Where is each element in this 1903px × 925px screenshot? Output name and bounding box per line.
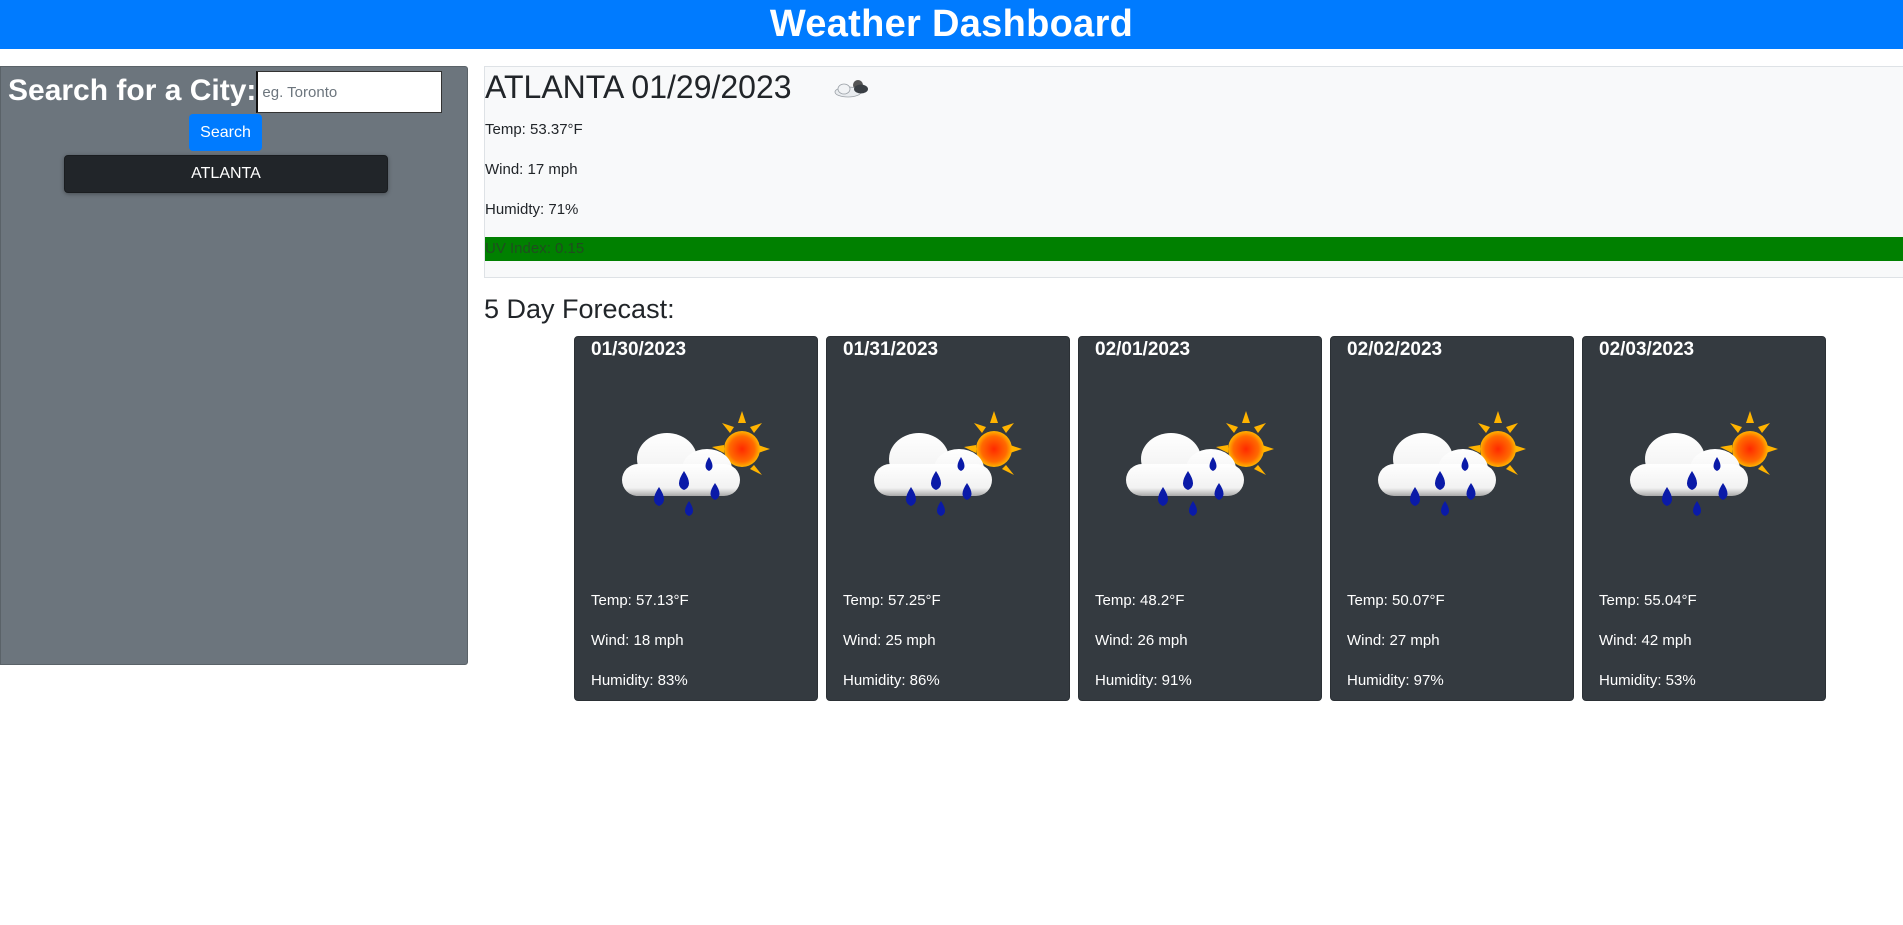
uv-index-badge: UV Index: 0.15 xyxy=(485,237,1903,261)
search-sidebar: Search for a City: Search ATLANTA xyxy=(0,66,468,665)
forecast-card: 02/02/2023 Temp: 50.07°F Wind: 27 mph Hu… xyxy=(1330,336,1574,701)
forecast-temp: Temp: 50.07°F xyxy=(1347,592,1445,609)
forecast-date: 01/31/2023 xyxy=(843,339,939,360)
search-label: Search for a City: xyxy=(8,74,257,107)
city-search-input[interactable] xyxy=(256,71,443,113)
current-temp: Temp: 53.37°F xyxy=(485,121,583,138)
forecast-date: 02/01/2023 xyxy=(1095,339,1191,360)
rain-sun-icon xyxy=(1368,409,1528,539)
forecast-card: 02/01/2023 Temp: 48.2°F Wind: 26 mph Hum… xyxy=(1078,336,1322,701)
forecast-card: 01/31/2023 Temp: 57.25°F Wind: 25 mph Hu… xyxy=(826,336,1070,701)
rain-sun-icon xyxy=(612,409,772,539)
history-city-button[interactable]: ATLANTA xyxy=(64,155,388,193)
forecast-humidity: Humidity: 97% xyxy=(1347,672,1444,689)
forecast-humidity: Humidity: 86% xyxy=(843,672,940,689)
rain-sun-icon xyxy=(1620,409,1780,539)
forecast-temp: Temp: 55.04°F xyxy=(1599,592,1697,609)
current-city-date: ATLANTA 01/29/2023 xyxy=(485,69,792,105)
forecast-wind: Wind: 18 mph xyxy=(591,632,684,649)
forecast-date: 02/03/2023 xyxy=(1599,339,1695,360)
forecast-wind: Wind: 42 mph xyxy=(1599,632,1692,649)
forecast-wind: Wind: 25 mph xyxy=(843,632,936,649)
rain-sun-icon xyxy=(1116,409,1276,539)
current-wind: Wind: 17 mph xyxy=(485,161,578,178)
forecast-date: 01/30/2023 xyxy=(591,339,687,360)
rain-sun-icon xyxy=(864,409,1024,539)
forecast-heading: 5 Day Forecast: xyxy=(484,294,675,324)
forecast-wind: Wind: 26 mph xyxy=(1095,632,1188,649)
current-humidity: Humidty: 71% xyxy=(485,201,579,218)
forecast-temp: Temp: 57.13°F xyxy=(591,592,689,609)
forecast-humidity: Humidity: 83% xyxy=(591,672,688,689)
search-button[interactable]: Search xyxy=(189,114,262,151)
search-row: Search for a City: xyxy=(8,69,443,113)
forecast-wind: Wind: 27 mph xyxy=(1347,632,1440,649)
forecast-date: 02/02/2023 xyxy=(1347,339,1443,360)
page-title: Weather Dashboard xyxy=(769,3,1134,45)
forecast-temp: Temp: 57.25°F xyxy=(843,592,941,609)
forecast-temp: Temp: 48.2°F xyxy=(1095,592,1185,609)
forecast-humidity: Humidity: 91% xyxy=(1095,672,1192,689)
partly-cloudy-icon xyxy=(834,79,868,97)
page-header: Weather Dashboard xyxy=(0,0,1903,49)
forecast-card: 01/30/2023 Temp: 57.13°F Wind: 18 mph Hu… xyxy=(574,336,818,701)
forecast-humidity: Humidity: 53% xyxy=(1599,672,1696,689)
forecast-card: 02/03/2023 Temp: 55.04°F Wind: 42 mph Hu… xyxy=(1582,336,1826,701)
current-title-row: ATLANTA 01/29/2023 xyxy=(485,69,872,106)
current-weather-panel: ATLANTA 01/29/2023 Temp: 53.37°F Wind: 1… xyxy=(484,66,1903,278)
